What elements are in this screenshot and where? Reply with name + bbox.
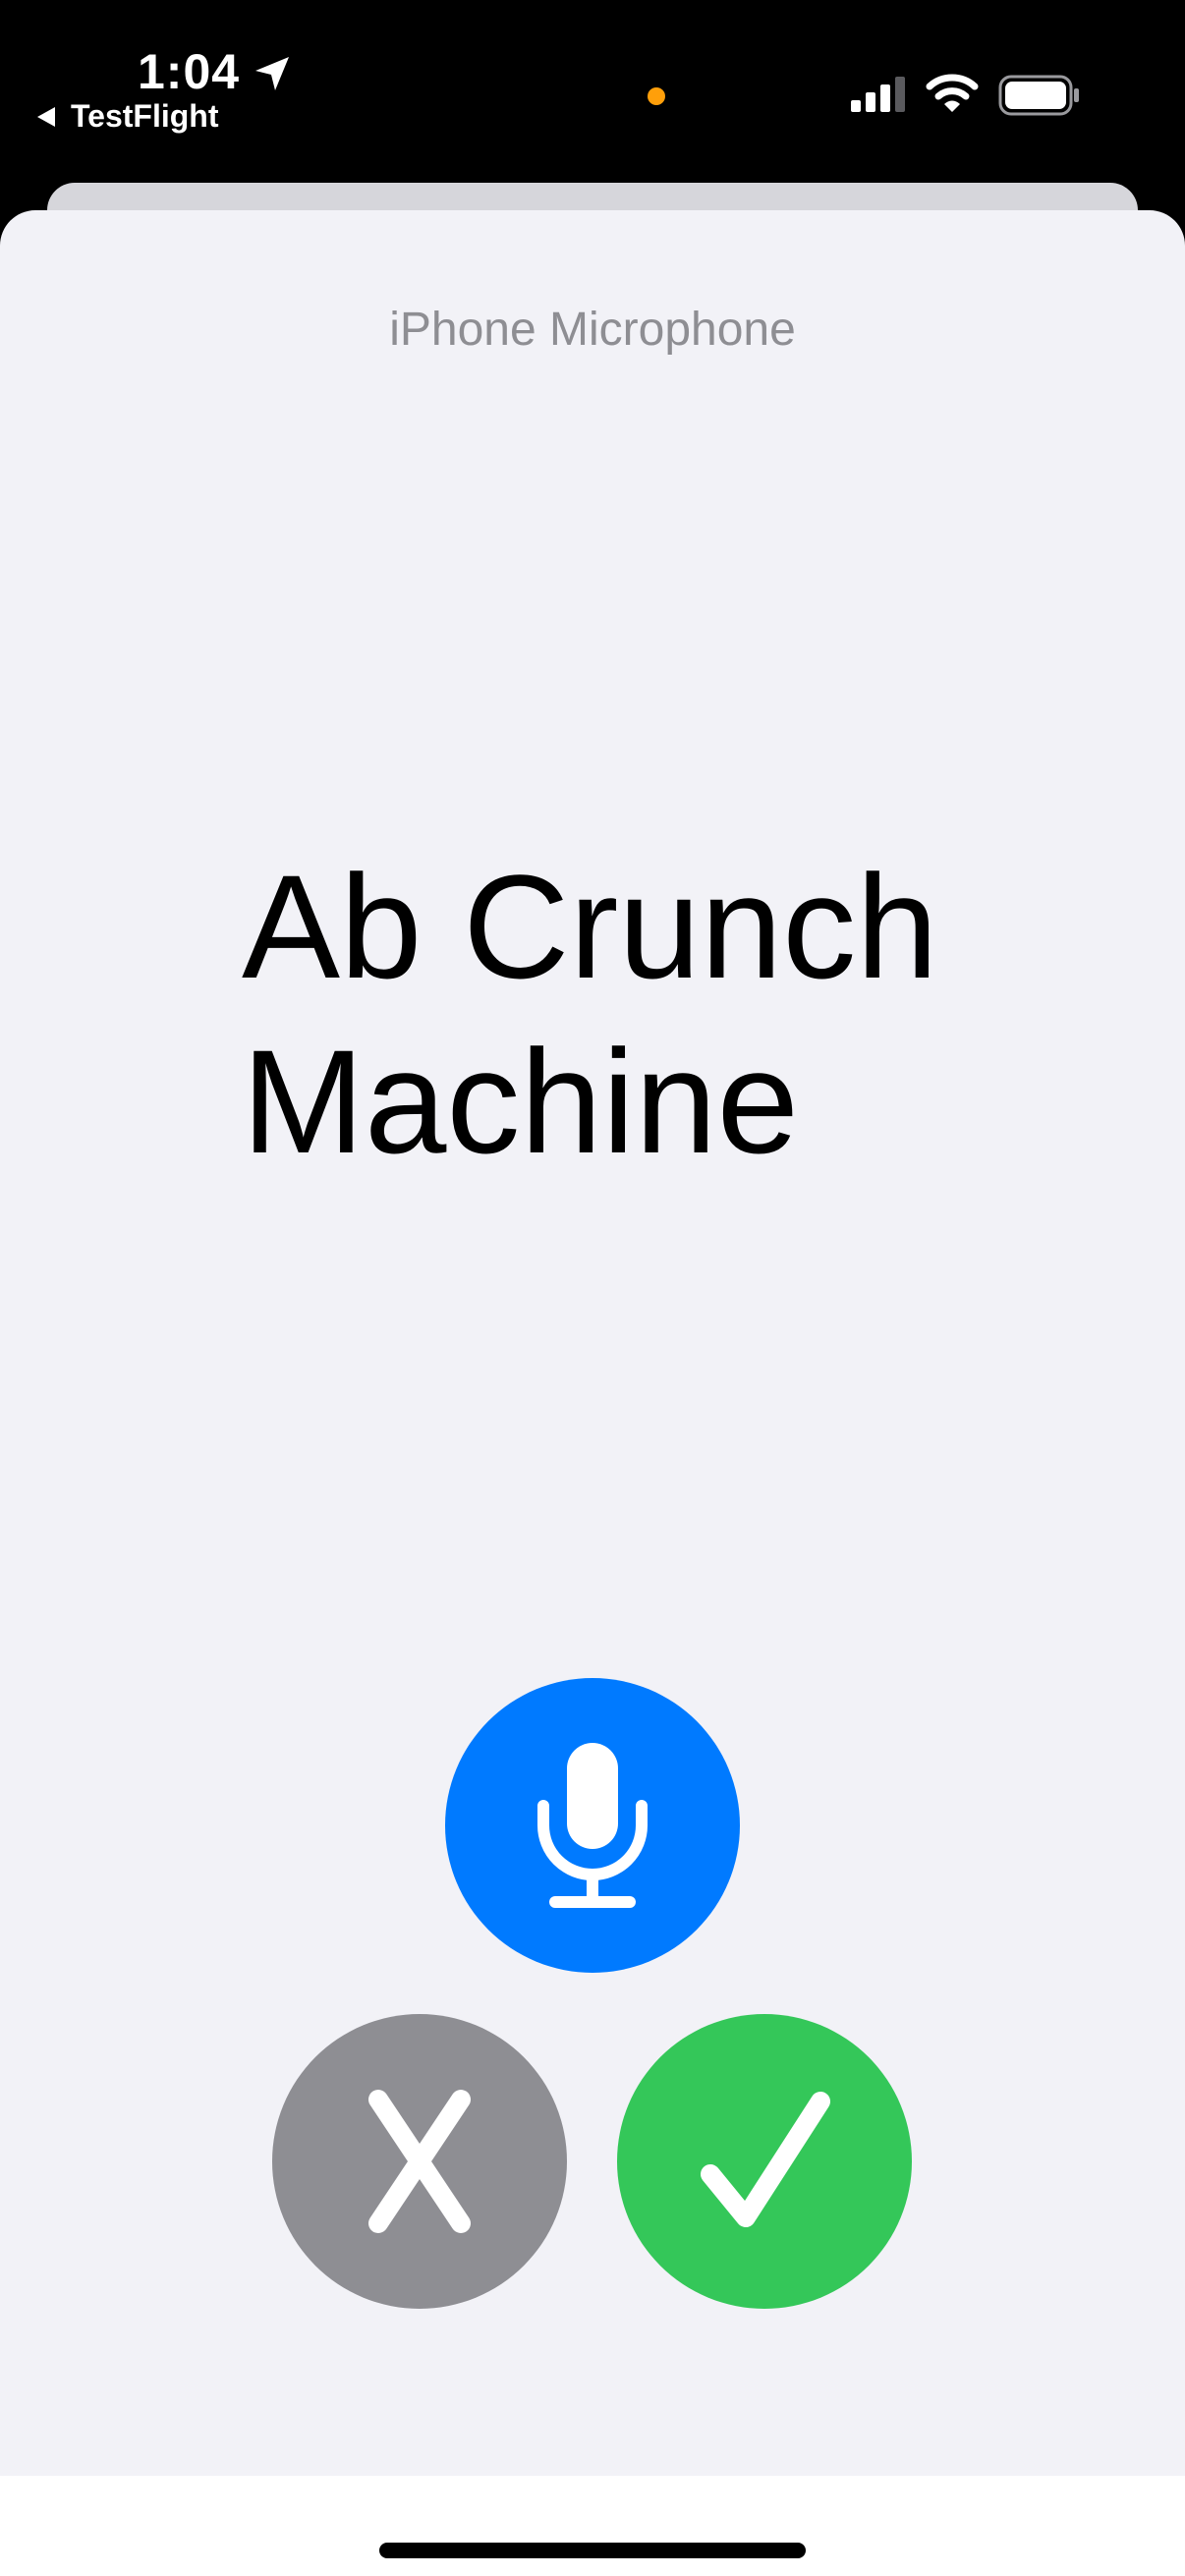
- home-indicator[interactable]: [379, 2543, 806, 2558]
- microphone-sheet: iPhone Microphone Ab Crunch Machine: [0, 210, 1185, 2476]
- microphone-in-use-indicator: [648, 87, 665, 105]
- checkmark-icon: [701, 2092, 830, 2227]
- status-bar: 1:04 TestFlight: [0, 0, 1185, 196]
- x-mark-icon: [368, 2090, 471, 2233]
- back-link-label: TestFlight: [71, 98, 219, 134]
- back-triangle-icon: [37, 106, 55, 127]
- cancel-button[interactable]: [272, 2014, 567, 2309]
- back-to-testflight-link[interactable]: TestFlight: [35, 98, 219, 135]
- battery-icon: [998, 75, 1079, 116]
- sheet-title: iPhone Microphone: [389, 304, 796, 356]
- cellular-signal-icon: [851, 77, 905, 112]
- status-time: 1:04: [138, 44, 241, 99]
- bottom-safe-area: [0, 2476, 1185, 2576]
- wifi-icon: [926, 74, 979, 112]
- recognized-exercise-name: Ab Crunch Machine: [242, 844, 938, 1184]
- microphone-icon: [537, 1743, 648, 1908]
- location-arrow-icon: [255, 57, 289, 90]
- confirm-button[interactable]: [617, 2014, 912, 2309]
- microphone-button[interactable]: [445, 1678, 740, 1973]
